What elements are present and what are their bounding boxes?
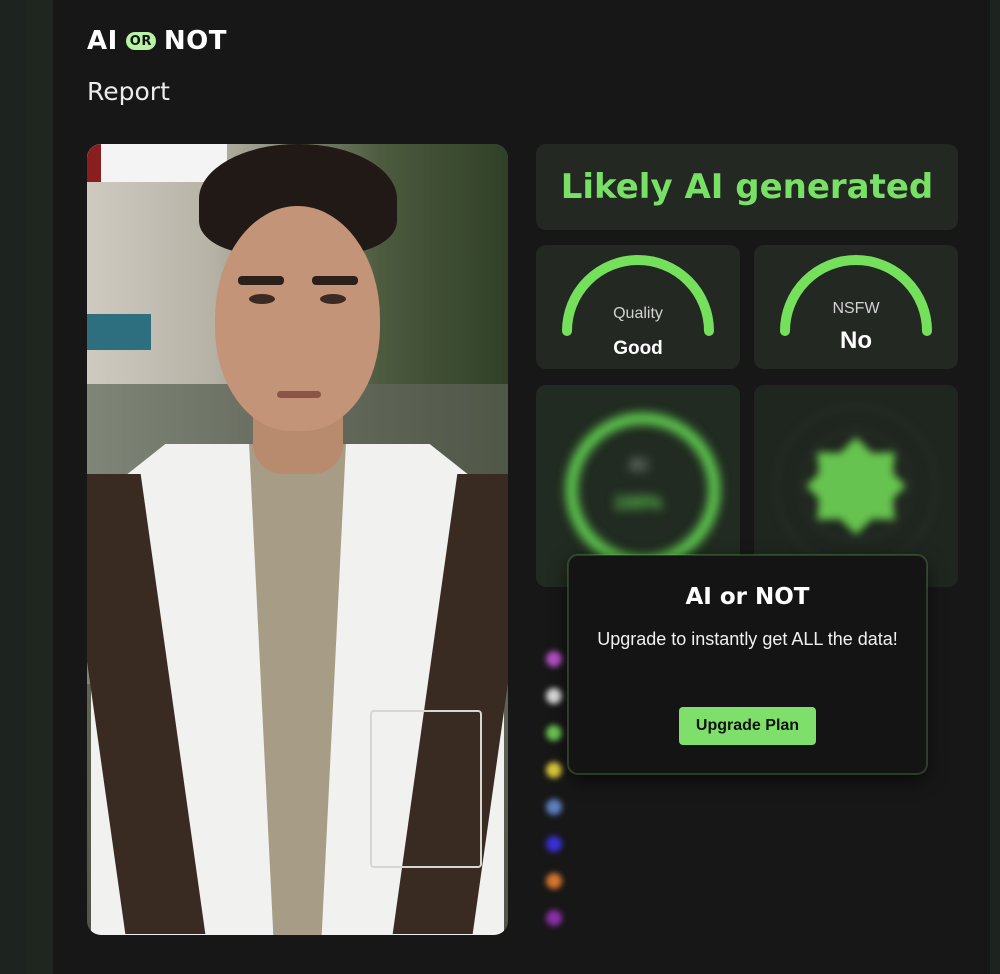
brand-logo[interactable]: AI OR NOT xyxy=(87,26,227,56)
ai-score-percent: 100% xyxy=(613,493,663,514)
modal-text: Upgrade to instantly get ALL the data! xyxy=(597,629,898,649)
image-eye-left xyxy=(249,294,275,304)
image-eye-right xyxy=(320,294,346,304)
analyzed-image xyxy=(87,144,508,935)
page-title: Report xyxy=(87,77,170,106)
list-dot xyxy=(546,910,562,926)
list-item xyxy=(536,830,958,858)
list-dot xyxy=(546,688,562,704)
nsfw-value: No xyxy=(840,327,872,354)
list-item xyxy=(536,904,958,932)
brand-or-badge: OR xyxy=(125,32,156,50)
right-edge xyxy=(990,0,1000,974)
list-dot xyxy=(546,836,562,852)
verdict-text: Likely AI generated xyxy=(560,167,934,207)
upgrade-plan-button[interactable]: Upgrade Plan xyxy=(679,707,816,745)
sidebar-rail-inner xyxy=(26,0,53,974)
image-brow-right xyxy=(312,276,358,285)
image-pocket xyxy=(370,710,482,868)
list-dot xyxy=(546,873,562,889)
image-brow-left xyxy=(238,276,284,285)
list-item xyxy=(536,867,958,895)
quality-gauge-card: Quality Good xyxy=(536,245,740,369)
image-sign xyxy=(87,314,151,350)
image-paper xyxy=(87,144,227,182)
nsfw-label: NSFW xyxy=(832,300,880,317)
ai-score-ring xyxy=(566,413,720,567)
quality-value: Good xyxy=(613,338,663,359)
upgrade-modal: AI or NOT Upgrade to instantly get ALL t… xyxy=(568,555,927,774)
list-dot xyxy=(546,725,562,741)
image-paper-red xyxy=(87,144,101,182)
list-dot xyxy=(546,651,562,667)
sidebar-rail xyxy=(0,0,26,974)
modal-title: AI or NOT xyxy=(685,584,810,610)
list-dot xyxy=(546,762,562,778)
ai-score-label: AI xyxy=(628,455,648,476)
brand-not: NOT xyxy=(163,26,227,56)
quality-label: Quality xyxy=(613,305,663,322)
list-item xyxy=(536,793,958,821)
nsfw-gauge-card: NSFW No xyxy=(754,245,958,369)
image-mouth xyxy=(277,391,321,398)
verdict-card: Likely AI generated xyxy=(536,144,958,230)
list-dot xyxy=(546,799,562,815)
brand-ai: AI xyxy=(87,26,118,56)
